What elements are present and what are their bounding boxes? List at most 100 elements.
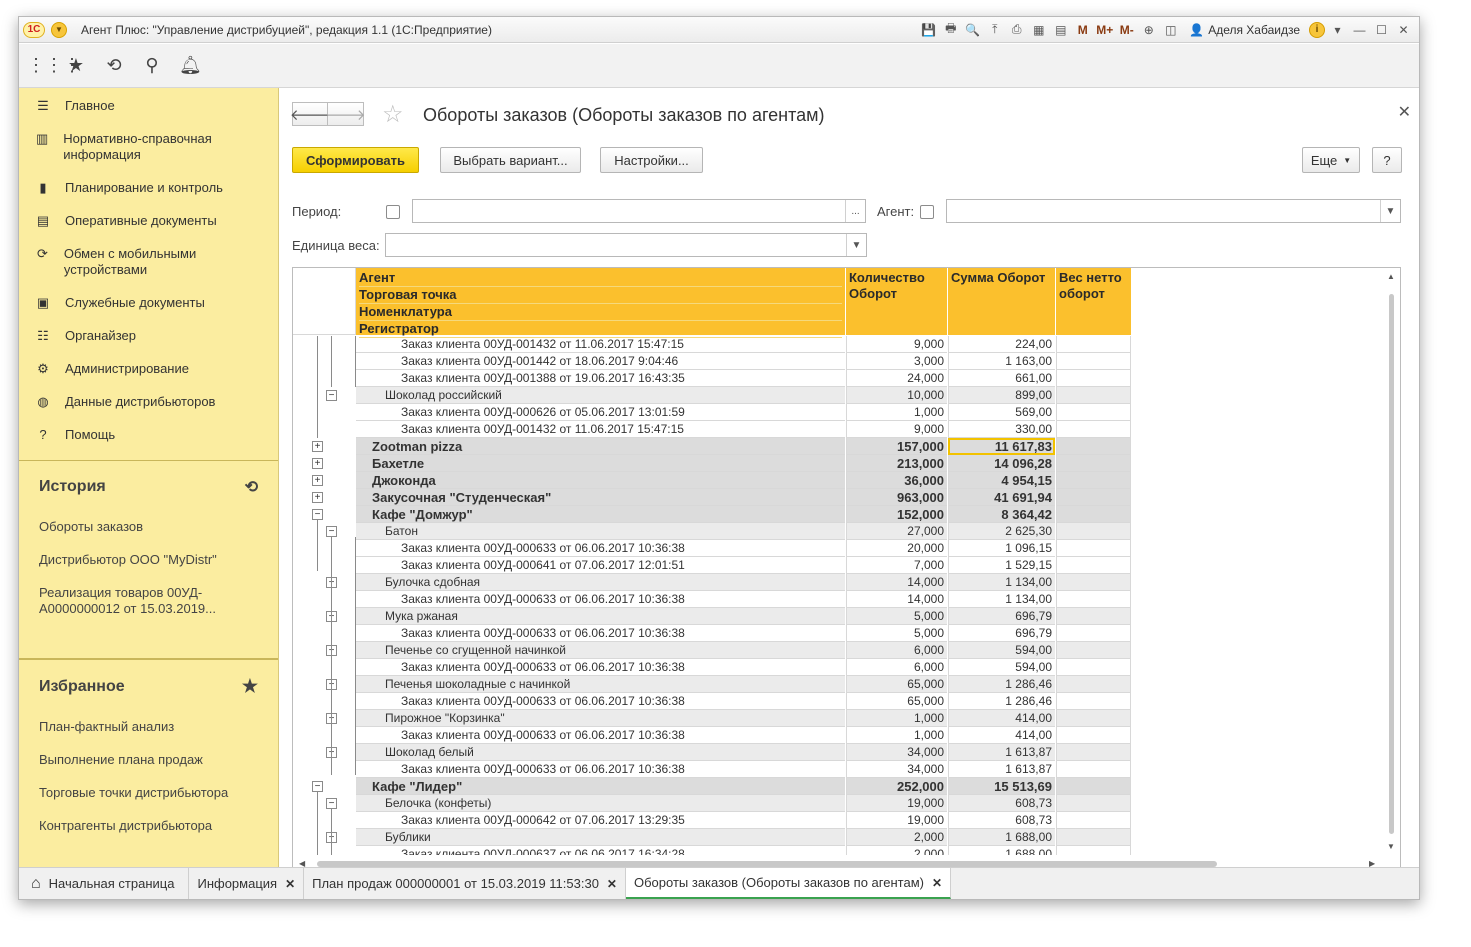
favorite-link[interactable]: План-фактный анализ <box>39 719 258 735</box>
close-tab-icon[interactable]: ✕ <box>607 877 617 891</box>
preview-icon[interactable]: 🔍 <box>963 20 982 39</box>
upload-icon[interactable]: ⤒ <box>985 20 1004 39</box>
bell-icon[interactable]: 🔔︎ <box>179 55 202 76</box>
column-header-sum[interactable]: Сумма Оборот <box>948 268 1056 335</box>
table-row[interactable]: Заказ клиента 00УД-001388 от 19.06.2017 … <box>293 370 1385 387</box>
collapse-icon[interactable]: − <box>326 390 337 401</box>
search-icon[interactable]: ⚲ <box>141 55 163 76</box>
calculator-icon[interactable]: ▦ <box>1029 20 1048 39</box>
settings-button[interactable]: Настройки... <box>600 147 703 173</box>
period-field[interactable]: ... <box>412 199 866 223</box>
forward-button[interactable]: 🡒 <box>325 102 366 126</box>
save-icon[interactable]: 💾 <box>919 20 938 39</box>
maximize-icon[interactable]: ☐ <box>1372 20 1391 39</box>
vertical-scrollbar[interactable]: ▲ ▼ <box>1383 268 1400 858</box>
table-row[interactable]: Пирожное "Корзинка"1,000414,00− <box>293 710 1385 727</box>
sidebar-item-7[interactable]: ⚙ Администрирование <box>19 361 278 377</box>
column-header-qty[interactable]: Количество Оборот <box>846 268 948 335</box>
favorite-link[interactable]: Выполнение плана продаж <box>39 752 258 768</box>
select-variant-button[interactable]: Выбрать вариант... <box>440 147 581 173</box>
table-row[interactable]: Заказ клиента 00УД-000633 от 06.06.2017 … <box>293 659 1385 676</box>
sidebar-item-3[interactable]: ▤ Оперативные документы <box>19 213 278 229</box>
sidebar-item-2[interactable]: ▮ Планирование и контроль <box>19 180 278 196</box>
sidebar-item-4[interactable]: ⟳ Обмен с мобильными устройствами <box>19 246 278 278</box>
window-tab[interactable]: Обороты заказов (Обороты заказов по аген… <box>625 868 952 899</box>
table-row[interactable]: Кафе "Лидер" 252,000 15 513,69 − <box>293 778 1385 795</box>
table-row[interactable]: Zootman pizza 157,000 11 617,83 + <box>293 438 1385 455</box>
table-row[interactable]: Закусочная "Студенческая" 963,000 41 691,9… <box>293 489 1385 506</box>
window-tab[interactable]: Информация ✕ <box>189 868 305 899</box>
favorite-link[interactable]: Контрагенты дистрибьютора <box>39 818 258 834</box>
history-icon[interactable]: ⟲ <box>245 477 258 497</box>
table-row[interactable]: Батон 27,000 2 625,30 − <box>293 523 1385 540</box>
period-checkbox[interactable] <box>386 205 400 219</box>
table-row[interactable]: Заказ клиента 00УД-000641 от 07.06.2017 … <box>293 557 1385 574</box>
dropdown-icon[interactable]: ▾ <box>1328 20 1347 39</box>
column-header-weight[interactable]: Вес нетто оборот <box>1056 268 1132 335</box>
table-row[interactable]: Заказ клиента 00УД-001432 от 11.06.2017 … <box>293 336 1385 353</box>
history-link[interactable]: Дистрибьютор ООО "MyDistr" <box>39 552 258 568</box>
help-button[interactable]: ? <box>1372 147 1402 173</box>
table-row[interactable]: Бахетле 213,000 14 096,28 + <box>293 455 1385 472</box>
memory-mplus-button[interactable]: M+ <box>1095 20 1114 39</box>
sidebar-item-9[interactable]: ? Помощь <box>19 427 278 443</box>
agent-field[interactable]: ▼ <box>946 199 1401 223</box>
expand-icon[interactable]: + <box>312 458 323 469</box>
add-favorite-star-icon[interactable]: ☆ <box>382 100 404 129</box>
favorites-star-icon[interactable]: ★ <box>242 676 258 697</box>
table-row[interactable]: Печенье со сгущенной начинкой 6,000 594,00… <box>293 642 1385 659</box>
scroll-up-icon[interactable]: ▲ <box>1387 272 1395 281</box>
scroll-down-icon[interactable]: ▼ <box>1387 842 1395 851</box>
collapse-icon[interactable]: − <box>312 509 323 520</box>
table-row[interactable]: Заказ клиента 00УД-000633 от 06.06.2017 … <box>293 591 1385 608</box>
zoom-icon[interactable]: ⊕ <box>1139 20 1158 39</box>
minimize-icon[interactable]: — <box>1350 20 1369 39</box>
table-row[interactable]: Булочка сдобная14,0001 134,00− <box>293 574 1385 591</box>
collapse-icon[interactable]: − <box>326 526 337 537</box>
close-tab-icon[interactable]: ✕ <box>932 876 942 890</box>
panels-icon[interactable]: ◫ <box>1161 20 1180 39</box>
sidebar-item-1[interactable]: ▥ Нормативно-справочная информация <box>19 131 278 163</box>
memory-mminus-button[interactable]: M- <box>1117 20 1136 39</box>
close-window-icon[interactable]: ✕ <box>1394 20 1413 39</box>
collapse-icon[interactable]: − <box>312 781 323 792</box>
report-table[interactable]: Агент Торговая точка Номенклатура Регистрат… <box>292 267 1401 873</box>
table-row[interactable]: Мука ржаная5,000696,79− <box>293 608 1385 625</box>
favorites-star-icon[interactable]: ★ <box>65 55 87 76</box>
table-row[interactable]: Заказ клиента 00УД-000633 от 06.06.2017 … <box>293 625 1385 642</box>
expand-icon[interactable]: + <box>312 475 323 486</box>
agent-dropdown-icon[interactable]: ▼ <box>1380 200 1400 222</box>
vertical-scroll-thumb[interactable] <box>1389 294 1394 834</box>
table-row[interactable]: Джоконда 36,000 4 954,15 + <box>293 472 1385 489</box>
close-tab-icon[interactable]: ✕ <box>285 877 295 891</box>
calendar-icon[interactable]: ▤ <box>1051 20 1070 39</box>
expand-icon[interactable]: + <box>312 441 323 452</box>
table-row[interactable]: Заказ клиента 00УД-001432 от 11.06.2017 … <box>293 421 1385 438</box>
back-button[interactable]: 🡐 <box>290 102 330 126</box>
table-row[interactable]: Заказ клиента 00УД-001442 от 18.06.2017 … <box>293 353 1385 370</box>
table-row[interactable]: Заказ клиента 00УД-000633 от 06.06.2017 … <box>293 693 1385 710</box>
table-row[interactable]: Кафе "Домжур" 152,000 8 364,42 − <box>293 506 1385 523</box>
table-row[interactable]: Белочка (конфеты) 19,000 608,73 − <box>293 795 1385 812</box>
table-row[interactable]: Заказ клиента 00УД-000633 от 06.06.2017 … <box>293 540 1385 557</box>
period-select-button[interactable]: ... <box>845 200 865 222</box>
history-link[interactable]: Обороты заказов <box>39 519 258 535</box>
sidebar-item-0[interactable]: ☰ Главное <box>19 98 278 114</box>
table-row[interactable]: Заказ клиента 00УД-000642 от 07.06.2017 … <box>293 812 1385 829</box>
weight-unit-field[interactable]: ▼ <box>385 233 867 257</box>
apps-grid-icon[interactable]: ⋮⋮⋮ <box>27 55 81 76</box>
close-form-icon[interactable]: ✕ <box>1398 102 1411 122</box>
memory-m-button[interactable]: M <box>1073 20 1092 39</box>
info-icon[interactable]: i <box>1309 21 1325 38</box>
table-row[interactable]: Бублики2,0001 688,00− <box>293 829 1385 846</box>
table-row[interactable]: Заказ клиента 00УД-000633 от 06.06.2017 … <box>293 727 1385 744</box>
sidebar-item-6[interactable]: ☷ Органайзер <box>19 328 278 344</box>
table-row[interactable]: Шоколад белый34,0001 613,87− <box>293 744 1385 761</box>
window-tab[interactable]: ⌂ Начальная страница <box>19 868 190 899</box>
print-icon[interactable]: 🖶 <box>941 20 960 39</box>
table-row[interactable]: Печенья шоколадные с начинкой 65,000 1 286… <box>293 676 1385 693</box>
weight-unit-dropdown-icon[interactable]: ▼ <box>846 234 866 256</box>
current-user[interactable]: 👤 Аделя Хабаидзе <box>1189 23 1300 37</box>
favorite-link[interactable]: Торговые точки дистрибьютора <box>39 785 258 801</box>
history-link[interactable]: Реализация товаров 00УД-А0000000012 от 1… <box>39 585 258 617</box>
